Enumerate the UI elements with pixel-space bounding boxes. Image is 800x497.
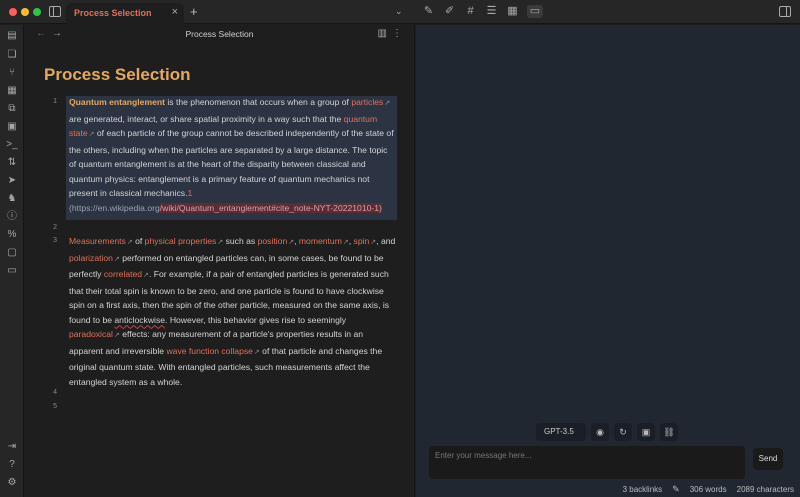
backlinks-count[interactable]: 3 backlinks [623, 485, 663, 494]
line-number: 1 [53, 98, 57, 105]
link-quantum-entanglement[interactable]: Quantum entanglement [69, 97, 165, 107]
character-count: 2089 characters [736, 485, 794, 494]
link-correlated[interactable]: correlated [104, 269, 142, 279]
line-number: 4 [53, 389, 57, 396]
line-number: 5 [53, 403, 57, 410]
stop-icon[interactable]: ◉ [591, 423, 609, 441]
right-sidebar-toggle-icon[interactable] [779, 6, 791, 17]
send-icon[interactable]: ➤ [6, 175, 18, 187]
new-tab-button[interactable]: + [190, 4, 198, 19]
editor-pane: ← → Process Selection ▥ ⋮ Process Select… [24, 25, 415, 497]
comment-icon[interactable]: ▭ [6, 265, 18, 277]
toolbar-icons: ✎ ✐ # ☰ ▦ ▭ [422, 5, 543, 18]
tab-close-icon[interactable]: × [172, 6, 178, 18]
link-momentum[interactable]: momentum [299, 236, 342, 246]
title-bar: Process Selection × + ⌄ ✎ ✐ # ☰ ▦ ▭ [0, 0, 800, 24]
text: such as [223, 236, 258, 246]
paragraph-1[interactable]: Quantum entanglement is the phenomenon t… [69, 95, 397, 215]
maximize-window-button[interactable] [33, 8, 41, 16]
url-highlight: /wiki/Quantum_entanglement#cite_note-NYT… [159, 202, 382, 213]
clipboard-icon[interactable]: ▣ [6, 121, 18, 133]
minimize-window-button[interactable] [21, 8, 29, 16]
outline-icon[interactable]: ☰ [485, 5, 498, 18]
ai-assist-icon[interactable]: ✎ [422, 5, 435, 18]
word-count: 306 words [689, 485, 727, 494]
link-wave-function-collapse[interactable]: wave function collapse [166, 346, 252, 356]
copy-icon[interactable]: ⧉ [6, 103, 18, 115]
link-physical-properties[interactable]: physical properties [145, 236, 217, 246]
model-selector[interactable]: GPT-3.5 [536, 423, 586, 441]
vault-switch-icon[interactable]: ⇥ [6, 441, 18, 453]
misspelled-word[interactable]: anticlockwise [114, 315, 165, 325]
more-options-icon[interactable]: ⋮ [392, 28, 402, 39]
chat-pane: GPT-3.5 ◉ ↻ ▣ ⛓ Send [416, 25, 800, 497]
terminal-icon[interactable]: >_ [6, 139, 18, 151]
link-paradoxical[interactable]: paradoxical [69, 329, 113, 339]
page-title: Process Selection [44, 65, 191, 84]
settings-icon[interactable]: ⚙ [6, 477, 18, 489]
left-sidebar-toggle-icon[interactable] [49, 6, 61, 17]
status-bar: 3 backlinks ✎ 306 words 2089 characters [623, 484, 794, 495]
chat-icon[interactable]: ▭ [527, 5, 543, 18]
tab-process-selection[interactable]: Process Selection × [66, 3, 184, 24]
calendar-icon[interactable]: ▦ [506, 5, 519, 18]
text: of each particle of the group cannot be … [69, 128, 394, 198]
link-spin[interactable]: spin [354, 236, 370, 246]
external-link-icon: ↗ [384, 100, 391, 107]
new-file-icon[interactable]: ❏ [6, 49, 18, 61]
footnote-ref[interactable]: 1 [187, 188, 192, 198]
tags-icon[interactable]: # [464, 5, 477, 18]
calendar-day-icon[interactable]: ▢ [6, 247, 18, 259]
canvas-icon[interactable]: ▦ [6, 85, 18, 97]
commit-icon[interactable]: ⇅ [6, 157, 18, 169]
link-polarization[interactable]: polarization [69, 253, 113, 263]
editor-header-title[interactable]: Process Selection [24, 29, 415, 39]
editor-header: ← → Process Selection ▥ ⋮ [24, 25, 415, 43]
percent-icon[interactable]: % [6, 229, 18, 241]
save-chat-icon[interactable]: ▣ [637, 423, 655, 441]
link-particles[interactable]: particles [351, 97, 383, 107]
bird-icon[interactable]: ♞ [6, 193, 18, 205]
url-text: (https://en.wikipedia.org [69, 202, 160, 213]
refresh-icon[interactable]: ↻ [614, 423, 632, 441]
tab-list-chevron-icon[interactable]: ⌄ [395, 6, 403, 17]
left-ribbon: ▤ ❏ ⑂ ▦ ⧉ ▣ >_ ⇅ ➤ ♞ ⓘ % ▢ ▭ ⇥ ? ⚙ [0, 25, 24, 497]
reading-view-icon[interactable]: ▥ [378, 28, 387, 39]
line-number: 2 [53, 224, 57, 231]
close-window-button[interactable] [9, 8, 17, 16]
send-button[interactable]: Send [753, 448, 783, 470]
edit-mode-icon[interactable]: ✎ [672, 484, 680, 495]
link-icon[interactable]: ⛓ [660, 423, 678, 441]
link-measurements[interactable]: Measurements [69, 236, 126, 246]
text: of [132, 236, 145, 246]
text: are generated, interact, or share spatia… [69, 113, 344, 124]
tab-label: Process Selection [74, 8, 152, 18]
graph-icon[interactable]: ⑂ [6, 67, 18, 79]
line-number: 3 [53, 237, 57, 244]
text: , and [376, 236, 396, 246]
link-position[interactable]: position [258, 236, 288, 246]
text: is the phenomenon that occurs when a gro… [164, 97, 352, 107]
paragraph-3[interactable]: Measurements↗ of physical properties↗ su… [69, 234, 397, 389]
message-input[interactable] [429, 446, 745, 479]
text: . However, this behavior gives rise to s… [165, 314, 347, 325]
daily-note-icon[interactable]: ▤ [6, 30, 18, 42]
help-icon[interactable]: ? [6, 459, 18, 471]
info-icon[interactable]: ⓘ [6, 211, 18, 223]
ai-edit-icon[interactable]: ✐ [443, 5, 456, 18]
